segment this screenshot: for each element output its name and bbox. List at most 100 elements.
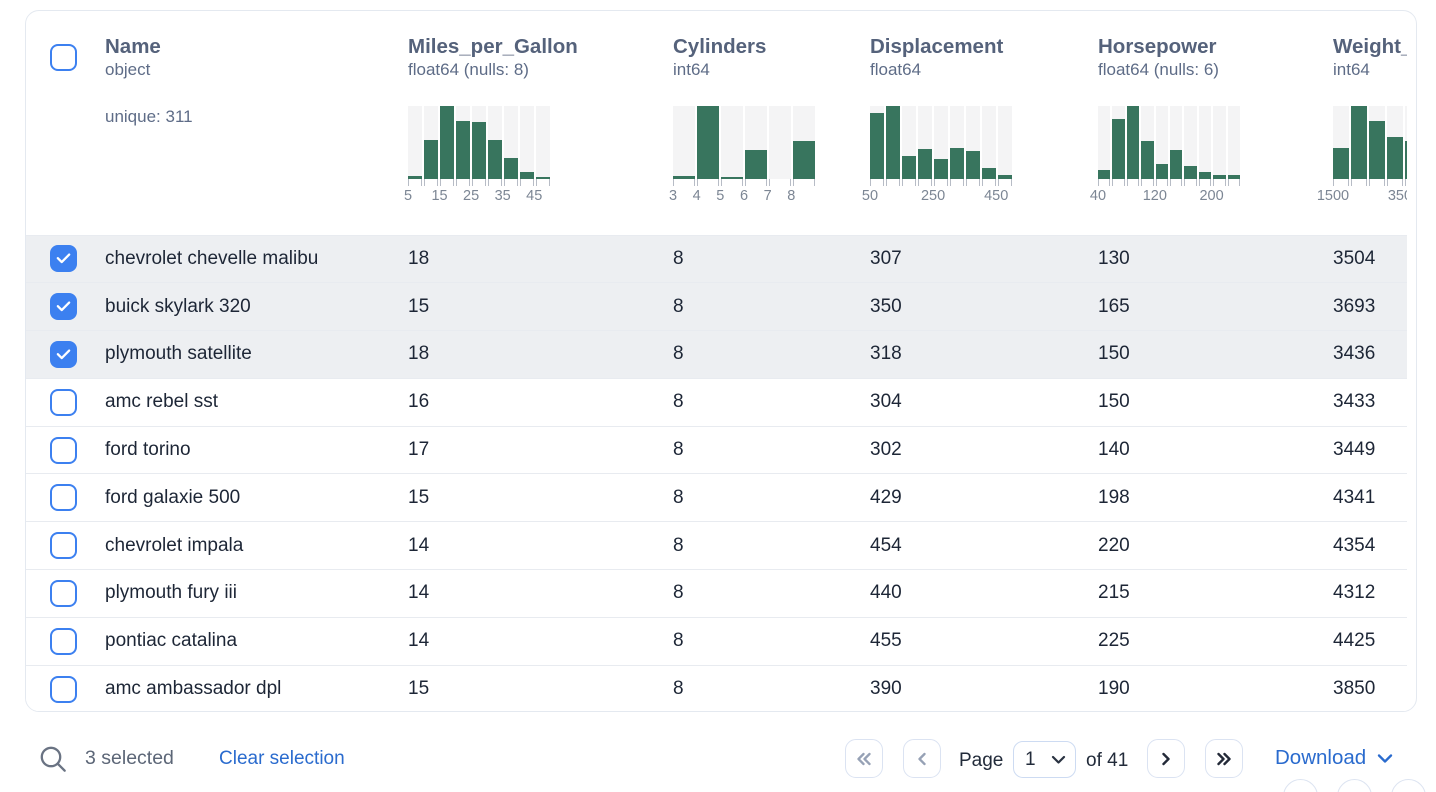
cell-value: 350 <box>870 296 1098 318</box>
cell-name: chevrolet impala <box>105 535 408 557</box>
column-header-miles_per_gallon[interactable]: Miles_per_Gallonfloat64 (nulls: 8)515253… <box>408 11 673 206</box>
axis-tick-label: 450 <box>984 188 1008 204</box>
axis-tick <box>1170 179 1182 186</box>
cell-value: 17 <box>408 439 673 461</box>
histogram-bar <box>966 151 980 179</box>
cell-value: 3850 <box>1333 678 1407 700</box>
cell-name: plymouth fury iii <box>105 582 408 604</box>
histogram-bin <box>424 106 438 179</box>
axis-tick <box>950 179 964 186</box>
row-checkbox-cell <box>26 676 105 703</box>
cell-value: 307 <box>870 248 1098 270</box>
search-icon[interactable] <box>38 744 68 774</box>
axis-tick-label: 3500 <box>1388 188 1407 204</box>
cell-value: 3433 <box>1333 391 1407 413</box>
histogram-bar <box>918 149 932 179</box>
axis-tick-label: 5 <box>404 188 412 204</box>
table-body: chevrolet chevelle malibu1883071303504bu… <box>26 235 1407 712</box>
row-checkbox[interactable] <box>50 389 77 416</box>
axis-tick <box>721 179 743 186</box>
table-scroll-area[interactable]: Nameobjectunique: 311Miles_per_Gallonflo… <box>26 11 1407 711</box>
table-row: chevrolet impala1484542204354 <box>26 521 1407 569</box>
histogram-bin <box>793 106 815 179</box>
axis-tick-label: 7 <box>764 188 772 204</box>
cell-value: 14 <box>408 630 673 652</box>
histogram-bar <box>902 156 916 179</box>
column-header-horsepower[interactable]: Horsepowerfloat64 (nulls: 6)40120200 <box>1098 11 1333 206</box>
row-checkbox[interactable] <box>50 437 77 464</box>
cell-value: 15 <box>408 296 673 318</box>
cell-value: 8 <box>673 582 870 604</box>
histogram-bin <box>472 106 486 179</box>
last-page-button[interactable] <box>1205 739 1243 778</box>
corner-action-button-1[interactable] <box>1283 779 1318 792</box>
axis-tick <box>1333 179 1349 186</box>
histogram-bar <box>1112 119 1124 179</box>
axis-tick <box>472 179 486 186</box>
next-page-button[interactable] <box>1147 739 1185 778</box>
cell-value: 215 <box>1098 582 1333 604</box>
row-checkbox[interactable] <box>50 293 77 320</box>
histogram-bin <box>1127 106 1139 179</box>
row-checkbox[interactable] <box>50 628 77 655</box>
row-checkbox-cell <box>26 245 105 272</box>
axis-tick-label: 250 <box>921 188 945 204</box>
axis-tick-label: 25 <box>463 188 479 204</box>
column-header-displacement[interactable]: Displacementfloat6450250450 <box>870 11 1098 206</box>
clear-selection-link[interactable]: Clear selection <box>219 748 345 770</box>
row-checkbox[interactable] <box>50 580 77 607</box>
histogram-bin <box>673 106 695 179</box>
histogram-bar <box>697 106 719 179</box>
table-row: buick skylark 3201583501653693 <box>26 282 1407 330</box>
data-table-card: Nameobjectunique: 311Miles_per_Gallonflo… <box>25 10 1417 712</box>
axis-tick-label: 1500 <box>1317 188 1349 204</box>
column-header-name[interactable]: Nameobjectunique: 311 <box>105 11 408 127</box>
row-checkbox[interactable] <box>50 532 77 559</box>
histogram-bar <box>982 168 996 179</box>
axis-tick <box>886 179 900 186</box>
axis-tick <box>456 179 470 186</box>
column-dtype: float64 (nulls: 6) <box>1098 59 1333 80</box>
column-dtype: object <box>105 59 408 80</box>
row-checkbox[interactable] <box>50 245 77 272</box>
select-all-checkbox[interactable] <box>50 44 77 71</box>
cell-value: 4341 <box>1333 487 1407 509</box>
histogram-bar <box>536 177 550 179</box>
axis-tick <box>1112 179 1124 186</box>
first-page-button[interactable] <box>845 739 883 778</box>
corner-action-button-2[interactable] <box>1337 779 1372 792</box>
histogram-bar <box>793 141 815 179</box>
axis-tick <box>1184 179 1196 186</box>
axis-tick <box>504 179 518 186</box>
previous-page-button[interactable] <box>903 739 941 778</box>
histogram-bar <box>1351 106 1367 179</box>
cell-value: 15 <box>408 678 673 700</box>
histogram-bin <box>1369 106 1385 179</box>
double-chevron-right-icon <box>1215 751 1233 767</box>
download-menu[interactable]: Download <box>1275 746 1393 770</box>
histogram-bar <box>1199 172 1211 179</box>
column-header-cylinders[interactable]: Cylindersint64345678 <box>673 11 870 206</box>
cell-value: 18 <box>408 248 673 270</box>
axis-tick <box>982 179 996 186</box>
page-number-select[interactable]: 1 <box>1013 741 1076 778</box>
cell-value: 3436 <box>1333 343 1407 365</box>
cell-value: 3504 <box>1333 248 1407 270</box>
row-checkbox[interactable] <box>50 341 77 368</box>
histogram-bin <box>1351 106 1367 179</box>
corner-action-button-3[interactable] <box>1391 779 1426 792</box>
axis-tick <box>902 179 916 186</box>
histogram-bars <box>673 106 815 179</box>
histogram-bar <box>456 121 470 179</box>
axis-tick <box>769 179 791 186</box>
page-of-label: of 41 <box>1086 750 1128 772</box>
page-select-value: 1 <box>1025 749 1036 771</box>
row-checkbox[interactable] <box>50 676 77 703</box>
row-checkbox-cell <box>26 293 105 320</box>
row-checkbox-cell <box>26 437 105 464</box>
cell-value: 3449 <box>1333 439 1407 461</box>
column-header-weight[interactable]: Weight_in_lbsint6415003500 <box>1333 11 1407 206</box>
row-checkbox[interactable] <box>50 484 77 511</box>
cell-name: amc rebel sst <box>105 391 408 413</box>
histogram-bin <box>745 106 767 179</box>
